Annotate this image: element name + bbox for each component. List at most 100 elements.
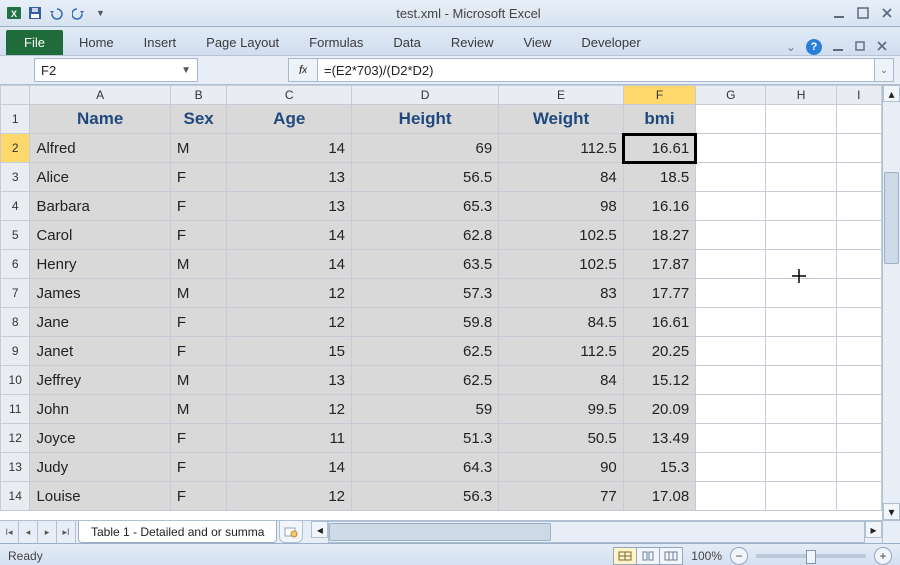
cell-E4[interactable]: 98 xyxy=(499,192,624,221)
cell-H4[interactable] xyxy=(766,192,836,221)
column-header-I[interactable]: I xyxy=(836,86,881,105)
scroll-down-icon[interactable]: ▾ xyxy=(883,503,900,520)
cell-D6[interactable]: 63.5 xyxy=(352,250,499,279)
cell-H13[interactable] xyxy=(766,453,836,482)
cell-A2[interactable]: Alfred xyxy=(30,134,170,163)
cell-E14[interactable]: 77 xyxy=(499,482,624,511)
row-header-5[interactable]: 5 xyxy=(1,221,30,250)
cell-I11[interactable] xyxy=(836,395,881,424)
cell-I1[interactable] xyxy=(836,105,881,134)
cell-C13[interactable]: 14 xyxy=(227,453,352,482)
formula-expand-icon[interactable]: ⌄ xyxy=(875,58,894,82)
cell-G3[interactable] xyxy=(696,163,766,192)
cell-H2[interactable] xyxy=(766,134,836,163)
zoom-slider-knob[interactable] xyxy=(806,550,816,564)
cell-F12[interactable]: 13.49 xyxy=(623,424,695,453)
cell-G1[interactable] xyxy=(696,105,766,134)
cell-D8[interactable]: 59.8 xyxy=(352,308,499,337)
row-header-4[interactable]: 4 xyxy=(1,192,30,221)
cell-A7[interactable]: James xyxy=(30,279,170,308)
undo-icon[interactable] xyxy=(48,6,66,20)
cell-H5[interactable] xyxy=(766,221,836,250)
cell-I10[interactable] xyxy=(836,366,881,395)
cell-F14[interactable]: 17.08 xyxy=(623,482,695,511)
cell-A11[interactable]: John xyxy=(30,395,170,424)
cell-E9[interactable]: 112.5 xyxy=(499,337,624,366)
cell-G4[interactable] xyxy=(696,192,766,221)
row-header-1[interactable]: 1 xyxy=(1,105,30,134)
cell-G2[interactable] xyxy=(696,134,766,163)
ribbon-tab-formulas[interactable]: Formulas xyxy=(295,30,377,55)
cell-B14[interactable]: F xyxy=(170,482,227,511)
column-header-B[interactable]: B xyxy=(170,86,227,105)
redo-icon[interactable] xyxy=(72,6,90,20)
sheet-nav-prev-icon[interactable]: ◂ xyxy=(19,521,38,543)
cell-A10[interactable]: Jeffrey xyxy=(30,366,170,395)
cell-I6[interactable] xyxy=(836,250,881,279)
cell-F6[interactable]: 17.87 xyxy=(623,250,695,279)
vertical-scrollbar[interactable]: ▴ ▾ xyxy=(882,85,900,520)
row-header-10[interactable]: 10 xyxy=(1,366,30,395)
cell-H14[interactable] xyxy=(766,482,836,511)
ribbon-tab-page-layout[interactable]: Page Layout xyxy=(192,30,293,55)
row-header-7[interactable]: 7 xyxy=(1,279,30,308)
window-restore-inner-icon[interactable] xyxy=(854,40,866,55)
cell-C12[interactable]: 11 xyxy=(227,424,352,453)
fx-icon[interactable]: fx xyxy=(288,58,317,82)
column-header-G[interactable]: G xyxy=(696,86,766,105)
name-box[interactable]: F2 ▼ xyxy=(34,58,198,82)
cell-B13[interactable]: F xyxy=(170,453,227,482)
cell-F3[interactable]: 18.5 xyxy=(623,163,695,192)
cell-D11[interactable]: 59 xyxy=(352,395,499,424)
cell-G8[interactable] xyxy=(696,308,766,337)
cell-D2[interactable]: 69 xyxy=(352,134,499,163)
cell-C2[interactable]: 14 xyxy=(227,134,352,163)
horizontal-scrollbar[interactable]: ◂ ▸ xyxy=(311,521,882,543)
help-icon[interactable]: ? xyxy=(806,39,822,55)
cell-A4[interactable]: Barbara xyxy=(30,192,170,221)
cell-H10[interactable] xyxy=(766,366,836,395)
cell-I14[interactable] xyxy=(836,482,881,511)
row-header-2[interactable]: 2 xyxy=(1,134,30,163)
cell-D13[interactable]: 64.3 xyxy=(352,453,499,482)
cell-C7[interactable]: 12 xyxy=(227,279,352,308)
cell-G14[interactable] xyxy=(696,482,766,511)
cell-C1[interactable]: Age xyxy=(227,105,352,134)
row-header-12[interactable]: 12 xyxy=(1,424,30,453)
row-header-3[interactable]: 3 xyxy=(1,163,30,192)
cell-G12[interactable] xyxy=(696,424,766,453)
close-icon[interactable] xyxy=(880,6,894,20)
cell-D1[interactable]: Height xyxy=(352,105,499,134)
ribbon-minimize-icon[interactable]: ⌄ xyxy=(786,40,796,54)
cell-A12[interactable]: Joyce xyxy=(30,424,170,453)
cell-G10[interactable] xyxy=(696,366,766,395)
cell-A5[interactable]: Carol xyxy=(30,221,170,250)
ribbon-tab-file[interactable]: File xyxy=(6,30,63,55)
cell-E8[interactable]: 84.5 xyxy=(499,308,624,337)
cell-H8[interactable] xyxy=(766,308,836,337)
row-header-13[interactable]: 13 xyxy=(1,453,30,482)
cell-C3[interactable]: 13 xyxy=(227,163,352,192)
cell-E3[interactable]: 84 xyxy=(499,163,624,192)
cell-I4[interactable] xyxy=(836,192,881,221)
ribbon-tab-view[interactable]: View xyxy=(509,30,565,55)
scroll-track-vertical[interactable] xyxy=(883,102,900,503)
cell-B9[interactable]: F xyxy=(170,337,227,366)
cell-D7[interactable]: 57.3 xyxy=(352,279,499,308)
ribbon-tab-developer[interactable]: Developer xyxy=(567,30,654,55)
cell-B8[interactable]: F xyxy=(170,308,227,337)
zoom-out-icon[interactable]: − xyxy=(730,547,748,565)
cell-E6[interactable]: 102.5 xyxy=(499,250,624,279)
cell-G6[interactable] xyxy=(696,250,766,279)
cell-B12[interactable]: F xyxy=(170,424,227,453)
cell-H9[interactable] xyxy=(766,337,836,366)
cell-F4[interactable]: 16.16 xyxy=(623,192,695,221)
cell-I13[interactable] xyxy=(836,453,881,482)
column-header-C[interactable]: C xyxy=(227,86,352,105)
cell-F7[interactable]: 17.77 xyxy=(623,279,695,308)
cell-F11[interactable]: 20.09 xyxy=(623,395,695,424)
cell-I2[interactable] xyxy=(836,134,881,163)
cell-C11[interactable]: 12 xyxy=(227,395,352,424)
cell-A3[interactable]: Alice xyxy=(30,163,170,192)
cell-E13[interactable]: 90 xyxy=(499,453,624,482)
